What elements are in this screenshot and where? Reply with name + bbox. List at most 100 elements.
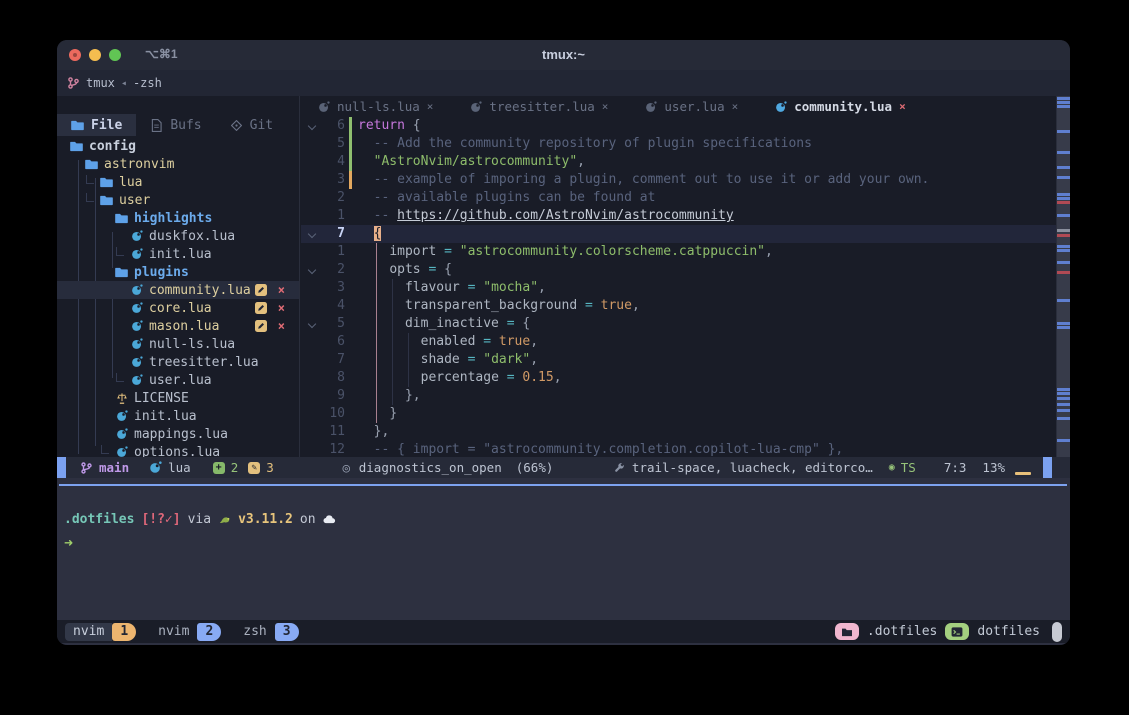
scrollbar-mark <box>1057 151 1070 154</box>
git-branch[interactable]: main <box>80 460 129 475</box>
scrollbar-mark <box>1057 271 1070 274</box>
tree-item-label: user <box>119 193 150 208</box>
code-line[interactable]: 6 enabled = true, <box>301 333 1056 351</box>
scrollbar-mark <box>1057 326 1070 329</box>
tree-item-user[interactable]: user <box>57 191 299 209</box>
scrollbar-mark <box>1057 403 1070 406</box>
code-line[interactable]: 3 flavour = "mocha", <box>301 279 1056 297</box>
status-pill <box>1052 622 1062 642</box>
tree-item-init-lua[interactable]: init.lua <box>57 245 299 263</box>
code-text: { <box>358 226 381 241</box>
buffer-tab-user-lua[interactable]: user.lua× <box>644 99 738 114</box>
lua-icon <box>130 230 143 243</box>
terminal-tab-bar[interactable]: tmux ◂ -zsh <box>57 70 1070 96</box>
tree-item-plugins[interactable]: plugins <box>57 263 299 281</box>
tree-item-mappings-lua[interactable]: mappings.lua <box>57 425 299 443</box>
code-line[interactable]: 8 percentage = 0.15, <box>301 369 1056 387</box>
buffer-close-icon[interactable]: × <box>427 100 434 113</box>
line-number: 5 <box>319 316 345 331</box>
pane-border[interactable] <box>59 484 1067 486</box>
code-line[interactable]: 1 import = "astrocommunity.colorscheme.c… <box>301 243 1056 261</box>
line-number: 1 <box>319 244 345 259</box>
scrollbar-mark <box>1057 245 1070 248</box>
line-number: 4 <box>319 298 345 313</box>
mode-indicator <box>57 457 66 478</box>
code-line[interactable]: 7 { <box>301 225 1056 243</box>
code-line[interactable]: 1 -- https://github.com/AstroNvim/astroc… <box>301 207 1056 225</box>
prompt-directory: .dotfiles <box>64 512 134 527</box>
code-text: } <box>358 406 397 421</box>
line-number: 1 <box>319 208 345 223</box>
git-added: + 2 <box>213 460 239 475</box>
fold-chevron-icon[interactable] <box>308 266 316 274</box>
tree-item-user-lua[interactable]: user.lua <box>57 371 299 389</box>
line-number: 8 <box>319 370 345 385</box>
tree-item-null-ls-lua[interactable]: null-ls.lua <box>57 335 299 353</box>
code-line[interactable]: 5 -- Add the community repository of plu… <box>301 135 1056 153</box>
tree-item-community-lua[interactable]: community.lua× <box>57 281 299 299</box>
tmux-windows: nvim1 nvim2 zsh3 <box>65 623 313 641</box>
unsaved-close-icon[interactable]: × <box>278 301 285 315</box>
fold-chevron-icon[interactable] <box>308 122 316 130</box>
code-line[interactable]: 9 }, <box>301 387 1056 405</box>
code-line[interactable]: 3 -- example of imporing a plugin, comme… <box>301 171 1056 189</box>
editor-area[interactable]: null-ls.lua× treesitter.lua× user.lua× comm… <box>301 96 1056 457</box>
scrollbar-mark <box>1057 193 1070 196</box>
shell-input-line[interactable]: ➜ <box>64 534 73 552</box>
code-line[interactable]: 6return { <box>301 117 1056 135</box>
cloud-icon <box>323 513 336 526</box>
tree-item-config[interactable]: config <box>57 137 299 155</box>
code-line[interactable]: 5 dim_inactive = { <box>301 315 1056 333</box>
code-line[interactable]: 11 }, <box>301 423 1056 441</box>
scrollbar[interactable] <box>1056 96 1070 457</box>
git-sign <box>349 153 352 171</box>
tree-item-LICENSE[interactable]: LICENSE <box>57 389 299 407</box>
explorer-tab-file[interactable]: File <box>57 114 136 136</box>
tree-item-badges: × <box>255 283 285 297</box>
lua-icon <box>115 428 128 441</box>
explorer-tab-bufs[interactable]: Bufs <box>136 114 215 136</box>
code-line[interactable]: 4 transparent_background = true, <box>301 297 1056 315</box>
tmux-window-1[interactable]: nvim1 <box>65 623 136 641</box>
fold-chevron-icon[interactable] <box>308 230 316 238</box>
tree-item-mason-lua[interactable]: mason.lua× <box>57 317 299 335</box>
buffer-close-icon[interactable]: × <box>899 100 906 113</box>
code-text: -- Add the community repository of plugi… <box>358 136 812 151</box>
code-line[interactable]: 2 opts = { <box>301 261 1056 279</box>
scrollbar-mark <box>1057 409 1070 412</box>
unsaved-close-icon[interactable]: × <box>278 319 285 333</box>
tree-item-astronvim[interactable]: astronvim <box>57 155 299 173</box>
buffer-close-icon[interactable]: × <box>732 100 739 113</box>
buffer-close-icon[interactable]: × <box>602 100 609 113</box>
tree-item-lua[interactable]: lua <box>57 173 299 191</box>
tree-item-core-lua[interactable]: core.lua× <box>57 299 299 317</box>
tree-item-label: plugins <box>134 265 189 280</box>
tree-item-init-lua[interactable]: init.lua <box>57 407 299 425</box>
buffer-tab-treesitter-lua[interactable]: treesitter.lua× <box>469 99 608 114</box>
folder-icon <box>71 119 84 132</box>
explorer-tab-git[interactable]: Git <box>216 114 287 136</box>
tree-item-badges: × <box>255 319 285 333</box>
tree-item-duskfox-lua[interactable]: duskfox.lua <box>57 227 299 245</box>
code-text: enabled = true, <box>358 334 538 349</box>
tree-item-treesitter-lua[interactable]: treesitter.lua <box>57 353 299 371</box>
line-number: 9 <box>319 388 345 403</box>
code-line[interactable]: 4 "AstroNvim/astrocommunity", <box>301 153 1056 171</box>
buffer-tab-null-ls-lua[interactable]: null-ls.lua× <box>317 99 433 114</box>
folder-badge-icon <box>835 623 859 640</box>
scrollbar-mark <box>1057 322 1070 325</box>
buffer-tab-community-lua[interactable]: community.lua× <box>774 99 905 114</box>
tmux-window-3[interactable]: zsh3 <box>235 623 298 641</box>
code-line[interactable]: 10 } <box>301 405 1056 423</box>
modified-pencil-icon <box>255 284 268 297</box>
code-line[interactable]: 2 -- available plugins can be found at <box>301 189 1056 207</box>
tmux-session-label: dotfiles <box>977 624 1040 639</box>
fold-chevron-icon[interactable] <box>308 320 316 328</box>
unsaved-close-icon[interactable]: × <box>278 283 285 297</box>
tree-item-highlights[interactable]: highlights <box>57 209 299 227</box>
terminal-window: ⌥⌘1 tmux:~ tmux ◂ -zsh FileBufsGit confi… <box>57 40 1070 645</box>
code-line[interactable]: 7 shade = "dark", <box>301 351 1056 369</box>
explorer-tab-label: Git <box>250 118 273 133</box>
tree-item-label: treesitter.lua <box>149 355 259 370</box>
tmux-window-2[interactable]: nvim2 <box>150 623 221 641</box>
